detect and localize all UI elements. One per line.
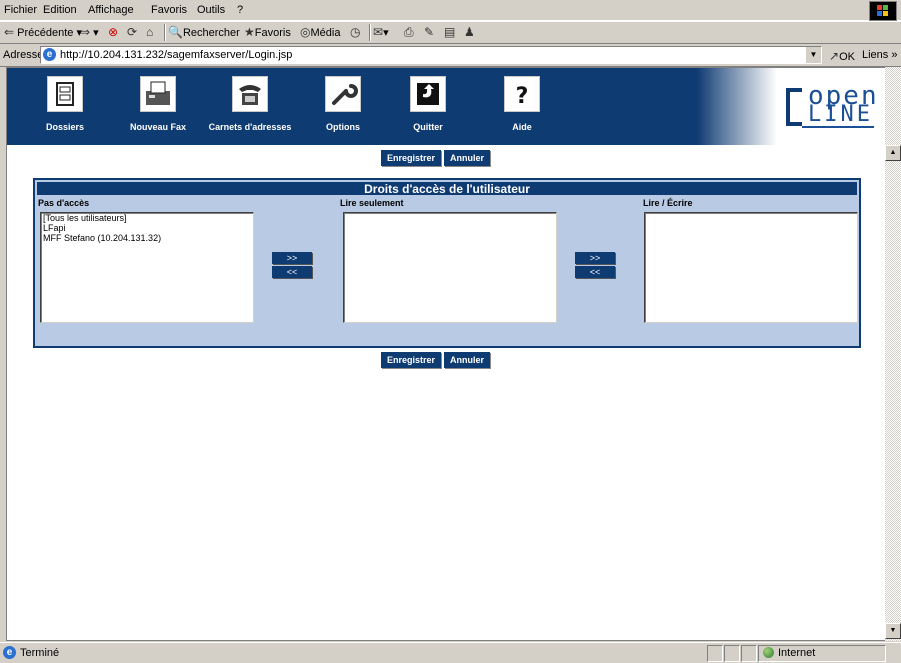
favorites-icon: ★	[244, 25, 255, 39]
edit-icon: ✎	[424, 25, 435, 39]
discuss-icon: ▤	[444, 25, 456, 39]
save-button-top[interactable]: Enregistrer	[381, 150, 442, 166]
search-icon: 🔍	[168, 25, 183, 39]
back-arrow-icon: ⇐	[4, 25, 15, 39]
nav-carnets-adresses[interactable]: Carnets d'adresses	[202, 76, 298, 132]
cancel-button-bottom[interactable]: Annuler	[444, 352, 491, 368]
forward-arrow-icon: ⇒	[80, 25, 91, 39]
logo-underline	[802, 126, 874, 128]
list-item[interactable]: [Tous les utilisateurs]	[41, 213, 253, 223]
address-input[interactable]: e http://10.204.131.232/sagemfaxserver/L…	[40, 46, 822, 64]
menu-bar: Fichier Edition Affichage Favoris Outils…	[0, 0, 901, 21]
history-button[interactable]: ◷	[350, 25, 360, 39]
favorites-button[interactable]: ★Favoris	[244, 25, 291, 39]
scroll-up-button[interactable]: ▲	[885, 145, 901, 161]
cancel-button-top[interactable]: Annuler	[444, 150, 491, 166]
nav-quitter[interactable]: Quitter	[408, 76, 448, 132]
history-icon: ◷	[350, 25, 361, 39]
links-button[interactable]: Liens »	[862, 49, 897, 61]
internet-zone-icon	[763, 647, 774, 658]
no-access-header: Pas d'accès	[38, 198, 90, 208]
menu-help[interactable]: ?	[237, 4, 243, 16]
print-icon: ⎙	[404, 25, 414, 39]
wrench-icon	[325, 76, 361, 112]
mail-icon: ✉	[373, 25, 384, 39]
ie-page-icon: e	[43, 48, 56, 61]
menu-favoris[interactable]: Favoris	[151, 4, 187, 16]
vertical-scrollbar[interactable]: ▲ ▼	[885, 67, 901, 641]
nav-banner: Dossiers Nouveau Fax Carnets d'adresses …	[7, 68, 886, 145]
discuss-button[interactable]: ▤	[444, 25, 455, 39]
no-access-list[interactable]: [Tous les utilisateurs] LFapi MFF Stefan…	[40, 212, 254, 323]
home-button[interactable]: ⌂	[146, 25, 153, 39]
menu-edition[interactable]: Edition	[43, 4, 77, 16]
menu-outils[interactable]: Outils	[197, 4, 225, 16]
refresh-icon: ⟳	[127, 25, 138, 39]
menu-fichier[interactable]: Fichier	[4, 4, 37, 16]
read-only-header: Lire seulement	[340, 198, 404, 208]
status-panel	[741, 645, 757, 662]
zone-text: Internet	[778, 647, 816, 659]
messenger-button[interactable]: ♟	[464, 25, 475, 39]
nav-aide[interactable]: ? Aide	[502, 76, 542, 132]
home-icon: ⌂	[146, 25, 154, 39]
forward-button[interactable]: ⇒ ▾	[80, 25, 99, 39]
move-to-read-only-button[interactable]: >>	[272, 252, 312, 264]
browser-toolbar: ⇐ Précédente ▾ ⇒ ▾ ⊗ ⟳ ⌂ 🔍Rechercher ★Fa…	[0, 21, 901, 44]
address-dropdown-button[interactable]: ▼	[805, 47, 821, 63]
status-panel	[724, 645, 740, 662]
go-button[interactable]: ↗OK	[829, 49, 855, 63]
address-bar: Adresse e http://10.204.131.232/sagemfax…	[0, 44, 901, 67]
read-write-list[interactable]	[644, 212, 858, 323]
nav-nouveau-fax[interactable]: Nouveau Fax	[123, 76, 193, 132]
stop-icon: ⊗	[108, 25, 119, 39]
nav-dossiers[interactable]: Dossiers	[45, 76, 85, 132]
toolbar-separator	[369, 24, 371, 41]
toolbar-separator	[164, 24, 166, 41]
phone-icon	[232, 76, 268, 112]
save-button-bottom[interactable]: Enregistrer	[381, 352, 442, 368]
exit-icon	[410, 76, 446, 112]
access-rights-panel: Droits d'accès de l'utilisateur Pas d'ac…	[33, 178, 861, 348]
refresh-button[interactable]: ⟳	[127, 25, 137, 39]
move-to-read-only-from-rw-button[interactable]: <<	[575, 266, 615, 278]
panel-title: Droits d'accès de l'utilisateur	[37, 182, 857, 196]
status-bar: e Terminé Internet	[0, 642, 901, 663]
new-fax-icon	[140, 76, 176, 112]
search-button[interactable]: 🔍Rechercher	[168, 25, 240, 39]
move-to-no-access-button[interactable]: <<	[272, 266, 312, 278]
svg-text:?: ?	[516, 84, 529, 109]
status-panel	[707, 645, 723, 662]
menu-affichage[interactable]: Affichage	[88, 4, 134, 16]
banner-gradient	[697, 68, 777, 145]
read-write-header: Lire / Écrire	[643, 198, 693, 208]
mail-button[interactable]: ✉▾	[373, 25, 389, 39]
folders-icon	[47, 76, 83, 112]
openline-logo: open LINE	[786, 82, 877, 130]
windows-logo-icon	[869, 1, 897, 21]
go-arrow-icon: ↗	[829, 49, 840, 63]
address-label: Adresse	[3, 49, 44, 61]
page-done-icon: e	[3, 646, 16, 659]
scroll-down-button[interactable]: ▼	[885, 623, 901, 639]
logo-bracket	[786, 88, 802, 126]
help-icon: ?	[504, 76, 540, 112]
stop-button[interactable]: ⊗	[108, 25, 118, 39]
move-to-read-write-button[interactable]: >>	[575, 252, 615, 264]
list-item[interactable]: LFapi	[41, 223, 253, 233]
page-content: Dossiers Nouveau Fax Carnets d'adresses …	[6, 67, 887, 641]
top-actions: Enregistrer Annuler	[381, 150, 493, 166]
status-text: Terminé	[20, 647, 60, 659]
address-url: http://10.204.131.232/sagemfaxserver/Log…	[60, 49, 293, 61]
list-item[interactable]: MFF Stefano (10.204.131.32)	[41, 233, 253, 243]
print-button[interactable]: ⎙	[404, 25, 414, 40]
read-only-list[interactable]	[343, 212, 557, 323]
edit-button[interactable]: ✎	[424, 25, 434, 39]
nav-options[interactable]: Options	[323, 76, 363, 132]
media-button[interactable]: ◎Média	[300, 25, 340, 39]
bottom-actions: Enregistrer Annuler	[381, 352, 493, 368]
back-button[interactable]: ⇐ Précédente ▾	[4, 25, 82, 39]
messenger-icon: ♟	[464, 25, 475, 39]
media-icon: ◎	[300, 25, 311, 39]
